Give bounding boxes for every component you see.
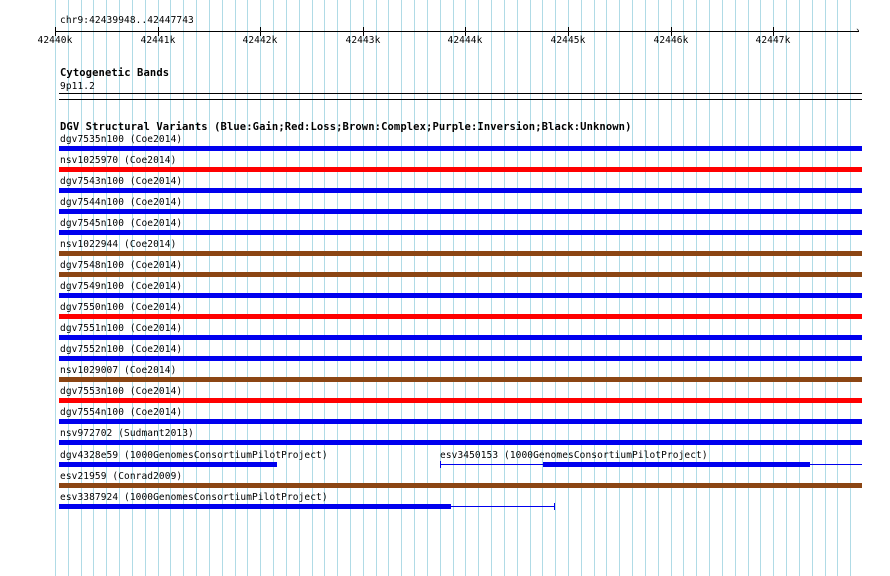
feature-bar[interactable]	[59, 251, 862, 256]
feature-bar[interactable]	[59, 377, 862, 382]
ruler-tick-label: 42443k	[345, 35, 381, 46]
feature-label[interactable]: nsv1029007 (Coe2014)	[60, 365, 176, 376]
feature-bar[interactable]	[59, 188, 862, 193]
feature-label[interactable]: esv3450153 (1000GenomesConsortiumPilotPr…	[440, 450, 708, 461]
feature-label[interactable]: esv21959 (Conrad2009)	[60, 471, 182, 482]
cytoband-label[interactable]: 9p11.2	[60, 81, 95, 92]
feature-label[interactable]: nsv1022944 (Coe2014)	[60, 239, 176, 250]
feature-bar[interactable]	[59, 440, 862, 445]
ruler-tick-label: 42442k	[242, 35, 278, 46]
feature-bar[interactable]	[59, 356, 862, 361]
feature-bar[interactable]	[59, 398, 862, 403]
feature-bar[interactable]	[59, 293, 862, 298]
dgv-title: DGV Structural Variants (Blue:Gain;Red:L…	[60, 121, 632, 133]
ruler-tick-label: 42440k	[37, 35, 73, 46]
feature-bar[interactable]	[59, 209, 862, 214]
ruler-tick-label: 42444k	[447, 35, 483, 46]
feature-bar[interactable]	[543, 462, 810, 467]
feature-label[interactable]: dgv7552n100 (Coe2014)	[60, 344, 182, 355]
feature-end-tick	[440, 461, 441, 468]
feature-label[interactable]: dgv7554n100 (Coe2014)	[60, 407, 182, 418]
feature-label[interactable]: dgv7549n100 (Coe2014)	[60, 281, 182, 292]
cytoband-title: Cytogenetic Bands	[60, 67, 170, 79]
feature-label[interactable]: dgv4328e59 (1000GenomesConsortiumPilotPr…	[60, 450, 328, 461]
feature-bar[interactable]	[59, 230, 862, 235]
range-label: chr9:42439948..42447743	[60, 15, 194, 26]
feature-label[interactable]: dgv7535n100 (Coe2014)	[60, 134, 182, 145]
ruler-arrow-icon: ›	[855, 26, 861, 36]
cytoband-upper-border	[59, 93, 862, 94]
feature-bar[interactable]	[59, 314, 862, 319]
feature-bar[interactable]	[59, 504, 451, 509]
feature-bar[interactable]	[59, 272, 862, 277]
feature-end-tick	[554, 503, 555, 510]
ruler-tick-label: 42446k	[653, 35, 689, 46]
ruler-tick-label: 42445k	[550, 35, 586, 46]
cytoband-lower-border	[59, 99, 862, 100]
ruler-axis	[55, 31, 859, 32]
feature-bar[interactable]	[59, 167, 862, 172]
feature-label[interactable]: dgv7544n100 (Coe2014)	[60, 197, 182, 208]
feature-bar[interactable]	[59, 483, 862, 488]
feature-label[interactable]: dgv7553n100 (Coe2014)	[60, 386, 182, 397]
feature-label[interactable]: esv3387924 (1000GenomesConsortiumPilotPr…	[60, 492, 328, 503]
feature-label[interactable]: dgv7543n100 (Coe2014)	[60, 176, 182, 187]
feature-label[interactable]: dgv7545n100 (Coe2014)	[60, 218, 182, 229]
feature-label[interactable]: dgv7551n100 (Coe2014)	[60, 323, 182, 334]
feature-bar[interactable]	[59, 419, 862, 424]
ruler-tick-label: 42441k	[140, 35, 176, 46]
feature-label[interactable]: nsv1025970 (Coe2014)	[60, 155, 176, 166]
feature-bar[interactable]	[59, 146, 862, 151]
feature-label[interactable]: nsv972702 (Sudmant2013)	[60, 428, 194, 439]
feature-label[interactable]: dgv7550n100 (Coe2014)	[60, 302, 182, 313]
feature-bar[interactable]	[59, 462, 277, 467]
feature-label[interactable]: dgv7548n100 (Coe2014)	[60, 260, 182, 271]
ruler-tick-label: 42447k	[755, 35, 791, 46]
feature-line[interactable]	[451, 506, 555, 507]
feature-bar[interactable]	[59, 335, 862, 340]
